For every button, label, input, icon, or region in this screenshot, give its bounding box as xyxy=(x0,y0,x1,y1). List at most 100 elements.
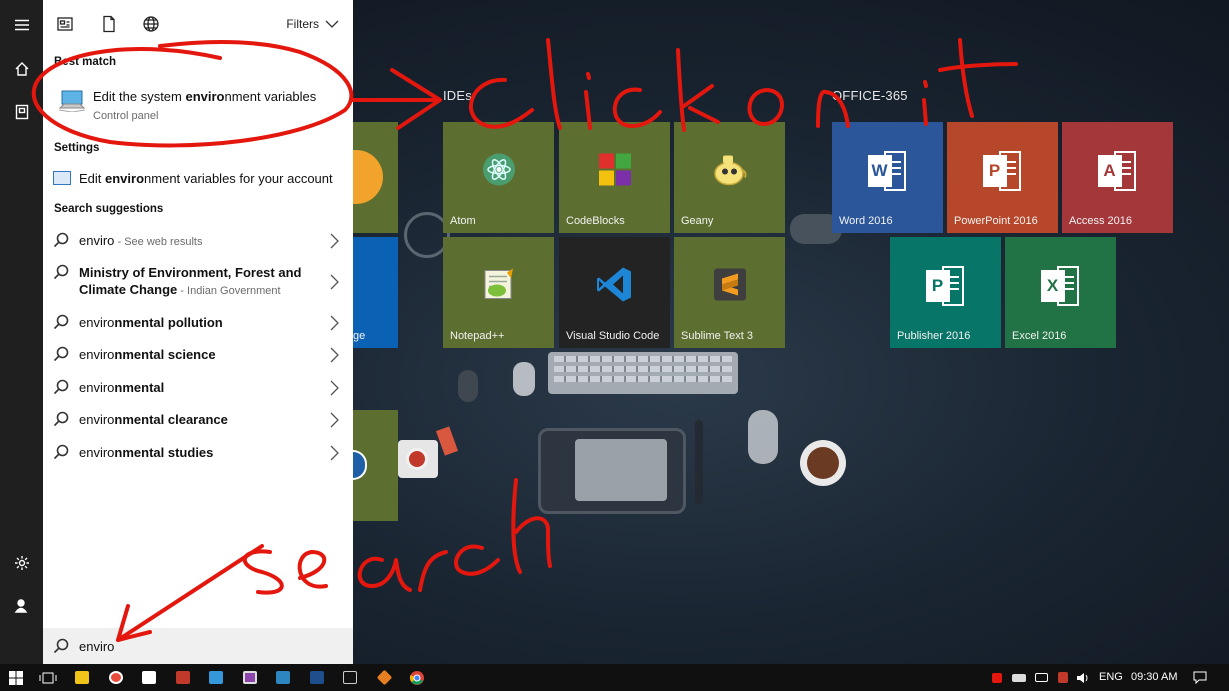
command-prompt-icon[interactable] xyxy=(334,664,366,691)
network-app-icon[interactable] xyxy=(167,664,199,691)
tile-label: Sublime Text 3 xyxy=(681,330,753,342)
search-icon xyxy=(53,314,69,330)
suggestion-item[interactable]: environmental science xyxy=(43,346,353,370)
tile-atom[interactable]: Atom xyxy=(443,122,554,233)
language-indicator[interactable]: ENG xyxy=(1099,671,1123,683)
tile-excel[interactable]: X Excel 2016 xyxy=(1005,237,1116,348)
suggestion-item[interactable]: environmental clearance xyxy=(43,411,353,435)
firefox-icon xyxy=(353,150,383,204)
tile-visual-studio-code[interactable]: Visual Studio Code xyxy=(559,237,670,348)
security-shield-icon[interactable] xyxy=(1052,664,1074,691)
system-properties-icon xyxy=(58,88,86,113)
feedback-person-icon[interactable] xyxy=(0,586,43,626)
chevron-right-icon[interactable] xyxy=(327,346,341,364)
chevron-right-icon[interactable] xyxy=(327,411,341,429)
tile-access[interactable]: A Access 2016 xyxy=(1062,122,1173,233)
remote-desktop-icon[interactable] xyxy=(200,664,232,691)
suggestion-label: environmental clearance xyxy=(79,412,228,427)
notebook-icon[interactable] xyxy=(0,92,43,132)
suggestion-item[interactable]: environmental studies xyxy=(43,444,353,468)
tile-firefox-partial[interactable] xyxy=(353,122,398,233)
web-filter-icon[interactable] xyxy=(142,15,160,33)
tile-edge-partial[interactable]: ge xyxy=(353,237,398,348)
filters-dropdown[interactable]: Filters xyxy=(286,17,339,31)
tile-word[interactable]: W Word 2016 xyxy=(832,122,943,233)
gear-icon[interactable] xyxy=(0,543,43,583)
tile-label: ge xyxy=(353,330,366,342)
git-icon[interactable] xyxy=(368,664,400,691)
chevron-right-icon[interactable] xyxy=(327,314,341,332)
annotation-text-click xyxy=(469,77,534,129)
notepad-plus-plus-icon xyxy=(481,266,517,305)
windows-start-icon[interactable] xyxy=(0,664,32,691)
clock[interactable]: 09:30 AM xyxy=(1131,671,1177,683)
search-results-panel: Filters Best match Edit the system envir… xyxy=(43,0,353,664)
best-match-result[interactable]: Edit the system environment variables Co… xyxy=(43,74,353,130)
suggestion-label: environmental xyxy=(79,380,165,395)
chrome-icon[interactable] xyxy=(401,664,433,691)
tile-partial-3[interactable] xyxy=(353,410,398,521)
tile-publisher[interactable]: P Publisher 2016 xyxy=(890,237,1001,348)
documents-filter-icon[interactable] xyxy=(100,15,118,33)
chevron-right-icon[interactable] xyxy=(327,232,341,250)
search-query-text: enviro xyxy=(79,639,115,654)
tile-label: Excel 2016 xyxy=(1012,330,1067,342)
photos-icon[interactable] xyxy=(267,664,299,691)
task-view-icon[interactable] xyxy=(32,664,64,691)
tile-sublime-text[interactable]: Sublime Text 3 xyxy=(674,237,785,348)
monitor-settings-icon xyxy=(53,171,71,185)
suggestion-item[interactable]: environmental xyxy=(43,379,353,403)
sticky-notes-icon[interactable] xyxy=(133,664,165,691)
tile-label: Visual Studio Code xyxy=(566,330,660,342)
tile-label: CodeBlocks xyxy=(566,215,625,227)
file-explorer-icon[interactable] xyxy=(66,664,98,691)
network-icon[interactable] xyxy=(1030,664,1052,691)
settings-heading: Settings xyxy=(54,142,100,154)
wallpaper-camera xyxy=(398,440,438,478)
tile-geany[interactable]: Geany xyxy=(674,122,785,233)
apps-filter-icon[interactable] xyxy=(56,15,74,33)
setting-result-env-vars-account[interactable]: Edit environment variables for your acco… xyxy=(43,168,353,192)
search-icon xyxy=(53,638,69,654)
setting-result-label: Edit environment variables for your acco… xyxy=(79,171,333,186)
suggestion-item[interactable]: Ministry of Environment, Forest and Clim… xyxy=(43,264,353,300)
tray-app-icon[interactable] xyxy=(986,664,1008,691)
search-icon xyxy=(53,264,69,280)
chevron-right-icon[interactable] xyxy=(327,379,341,397)
tile-powerpoint[interactable]: P PowerPoint 2016 xyxy=(947,122,1058,233)
media-player-icon[interactable] xyxy=(100,664,132,691)
atom-icon xyxy=(481,151,517,190)
suggestion-item[interactable]: environmental pollution xyxy=(43,314,353,338)
powershell-icon[interactable] xyxy=(301,664,333,691)
visual-studio-code-icon xyxy=(595,264,635,307)
suggestion-label: Ministry of Environment, Forest and Clim… xyxy=(79,265,302,297)
suggestion-item[interactable]: enviro - See web results xyxy=(43,232,353,256)
chevron-right-icon[interactable] xyxy=(327,444,341,462)
tile-notepad-plus-plus[interactable]: Notepad++ xyxy=(443,237,554,348)
geany-icon xyxy=(711,151,749,190)
tile-codeblocks[interactable]: CodeBlocks xyxy=(559,122,670,233)
search-icon xyxy=(53,444,69,460)
chevron-right-icon[interactable] xyxy=(327,273,341,291)
wallpaper-lighter xyxy=(435,426,459,456)
best-match-heading: Best match xyxy=(54,56,116,68)
app-purple-icon[interactable] xyxy=(234,664,266,691)
search-input[interactable]: enviro xyxy=(43,628,353,664)
home-icon[interactable] xyxy=(0,49,43,89)
wallpaper-headphone xyxy=(458,370,478,402)
annotation-text-on xyxy=(747,88,784,126)
tile-label: Publisher 2016 xyxy=(897,330,971,342)
search-icon xyxy=(53,411,69,427)
tile-label: Notepad++ xyxy=(450,330,505,342)
hamburger-menu-icon[interactable] xyxy=(0,5,43,45)
action-center-icon[interactable] xyxy=(1186,664,1214,691)
volume-icon[interactable] xyxy=(1072,664,1094,691)
start-left-rail xyxy=(0,0,43,664)
sublime-text-icon xyxy=(712,266,748,305)
wallpaper-keyboard xyxy=(548,352,738,394)
battery-icon[interactable] xyxy=(1008,664,1030,691)
access-icon: A xyxy=(1097,150,1138,191)
chevron-down-icon xyxy=(325,20,339,28)
suggestion-label: enviro - See web results xyxy=(79,233,203,248)
suggestion-label: environmental science xyxy=(79,347,216,362)
